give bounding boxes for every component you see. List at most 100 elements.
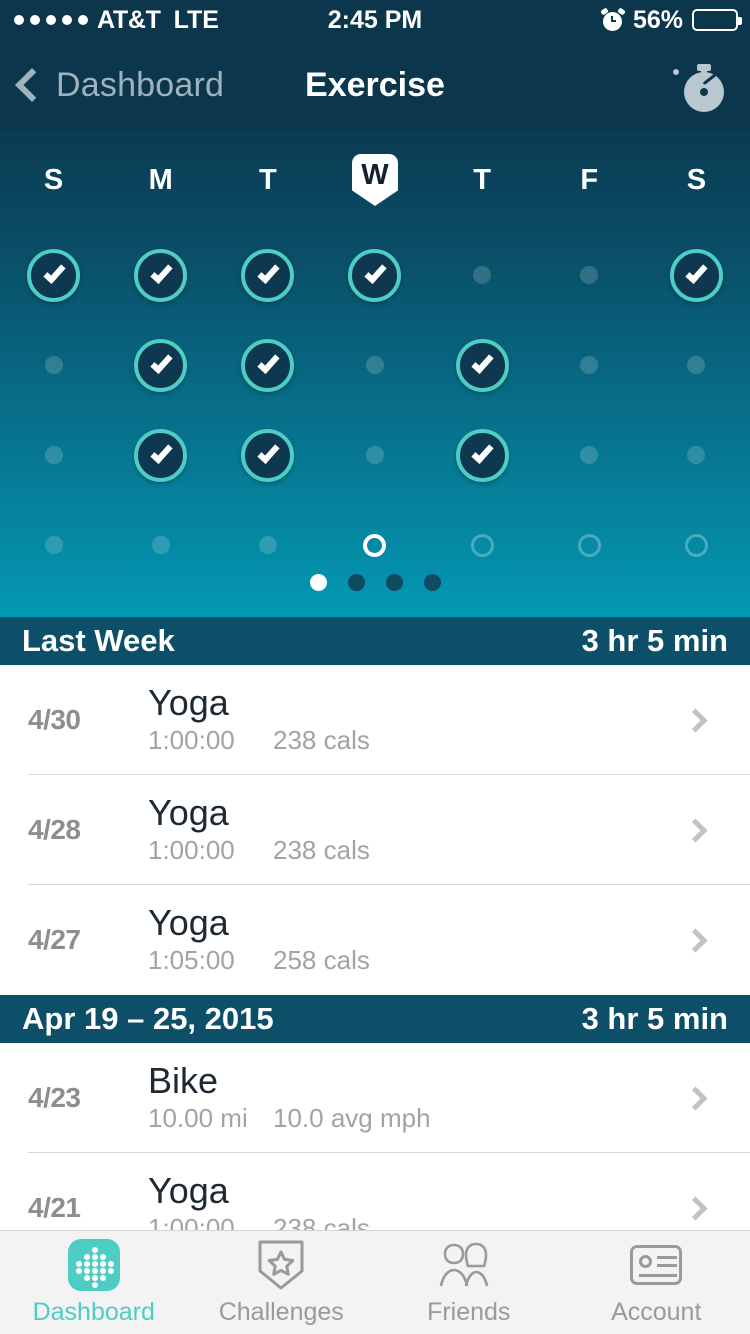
friends-icon	[438, 1239, 500, 1291]
activity-empty-cell[interactable]	[0, 356, 107, 374]
activity-empty-cell[interactable]	[321, 446, 428, 464]
tab-account[interactable]: Account	[563, 1231, 750, 1334]
ring-icon	[684, 533, 708, 557]
activity-ring-cell[interactable]	[536, 533, 643, 557]
exercise-metric-primary: 1:00:00	[148, 1213, 235, 1230]
activity-empty-cell[interactable]	[214, 536, 321, 554]
tick-glyph	[42, 261, 66, 284]
activity-empty-cell[interactable]	[321, 356, 428, 374]
activity-grid	[0, 230, 750, 590]
battery-percent-label: 56%	[632, 5, 683, 34]
checkmark-icon	[134, 338, 188, 392]
exercise-name: Yoga	[148, 901, 229, 943]
activity-empty-cell[interactable]	[643, 446, 750, 464]
activity-check-cell[interactable]	[107, 338, 214, 392]
activity-check-cell[interactable]	[107, 428, 214, 482]
checkmark-icon	[134, 248, 188, 302]
exercise-info: Yoga 1:00:00 238 cals	[120, 1171, 687, 1230]
checkmark-icon	[241, 338, 295, 392]
exercise-row[interactable]: 4/27 Yoga 1:05:00 258 cals	[0, 885, 750, 995]
exercise-metric-primary: 1:00:00	[148, 725, 235, 756]
exercise-row[interactable]: 4/30 Yoga 1:00:00 238 cals	[0, 665, 750, 775]
activity-empty-cell[interactable]	[0, 446, 107, 464]
empty-dot-icon	[687, 356, 706, 374]
exercise-metric-secondary: 238 cals	[273, 835, 370, 866]
day-of-week-header: SMTWTFS	[0, 152, 750, 208]
exercise-metric-primary: 10.00 mi	[148, 1103, 248, 1134]
activity-empty-cell[interactable]	[643, 356, 750, 374]
activity-check-cell[interactable]	[214, 248, 321, 302]
exercise-row[interactable]: 4/23 Bike 10.00 mi 10.0 avg mph	[0, 1043, 750, 1153]
weekly-activity-hero: SMTWTFS	[0, 130, 750, 617]
page-dot[interactable]	[385, 574, 403, 591]
tab-challenges[interactable]: Challenges	[188, 1231, 376, 1334]
exercise-name: Bike	[148, 1059, 219, 1101]
activity-check-cell[interactable]	[214, 428, 321, 482]
empty-dot-icon	[44, 446, 63, 464]
activity-check-cell[interactable]	[0, 248, 107, 302]
exercise-date: 4/28	[28, 814, 81, 845]
exercise-metrics: 1:00:00 238 cals	[148, 1213, 687, 1230]
today-badge: W	[351, 154, 398, 206]
activity-empty-cell[interactable]	[107, 536, 214, 554]
activity-check-cell[interactable]	[214, 338, 321, 392]
chevron-right-icon	[683, 927, 708, 953]
stopwatch-button[interactable]	[673, 62, 728, 112]
section-header: Apr 19 – 25, 2015 3 hr 5 min	[0, 995, 750, 1043]
ring-icon	[577, 533, 601, 557]
tick-glyph	[150, 351, 173, 374]
activity-empty-cell[interactable]	[536, 446, 643, 464]
activity-ring-cell[interactable]	[643, 533, 750, 557]
exercise-metric-primary: 1:05:00	[148, 945, 235, 976]
exercise-date: 4/21	[28, 1192, 81, 1223]
activity-check-cell[interactable]	[429, 428, 536, 482]
tab-dashboard[interactable]: Dashboard	[0, 1231, 188, 1334]
section-title: Last Week	[22, 623, 175, 658]
exercise-row[interactable]: 4/28 Yoga 1:00:00 238 cals	[0, 775, 750, 885]
tick-glyph	[150, 261, 173, 284]
ring-active-icon	[363, 533, 387, 557]
activity-check-cell[interactable]	[429, 338, 536, 392]
exercise-metric-secondary: 10.0 avg mph	[273, 1103, 431, 1134]
tab-friends[interactable]: Friends	[375, 1231, 563, 1334]
status-bar-right: 56%	[600, 5, 742, 35]
exercise-metrics: 10.00 mi 10.0 avg mph	[148, 1103, 687, 1134]
activity-check-cell[interactable]	[107, 248, 214, 302]
page-dot[interactable]	[347, 574, 365, 591]
exercise-row[interactable]: 4/21 Yoga 1:00:00 238 cals	[0, 1153, 750, 1230]
activity-empty-cell[interactable]	[536, 356, 643, 374]
exercise-log-list[interactable]: Last Week 3 hr 5 min 4/30 Yoga 1:00:00 238 ca…	[0, 617, 750, 1230]
tab-label: Account	[611, 1297, 702, 1326]
activity-empty-cell[interactable]	[429, 266, 536, 284]
day-label: T	[258, 163, 277, 196]
exercise-info: Yoga 1:00:00 238 cals	[120, 681, 687, 757]
tick-glyph	[150, 441, 173, 464]
checkmark-icon	[134, 428, 188, 482]
page-dot[interactable]	[309, 574, 327, 591]
page-dot[interactable]	[423, 574, 441, 591]
empty-dot-icon	[258, 536, 277, 554]
navigation-bar: Dashboard Exercise	[0, 40, 750, 130]
activity-check-cell[interactable]	[643, 248, 750, 302]
tab-label: Friends	[427, 1297, 511, 1326]
exercise-name: Yoga	[148, 681, 229, 723]
page-indicator[interactable]	[0, 574, 750, 591]
checkmark-icon	[348, 248, 402, 302]
id-card-icon	[630, 1239, 683, 1291]
exercise-info: Yoga 1:00:00 238 cals	[120, 793, 687, 867]
activity-empty-cell[interactable]	[536, 266, 643, 284]
exercise-info: Yoga 1:05:00 258 cals	[120, 901, 687, 977]
day-label: S	[43, 163, 64, 196]
page-title: Exercise	[305, 65, 445, 104]
activity-ring-active-cell[interactable]	[321, 533, 428, 557]
checkmark-icon	[241, 248, 295, 302]
activity-empty-cell[interactable]	[0, 536, 107, 554]
section-header: Last Week 3 hr 5 min	[0, 617, 750, 665]
chevron-right-icon	[683, 817, 708, 843]
activity-check-cell[interactable]	[321, 248, 428, 302]
exercise-metrics: 1:00:00 238 cals	[148, 835, 687, 866]
activity-ring-cell[interactable]	[429, 533, 536, 557]
exercise-metrics: 1:00:00 238 cals	[148, 725, 687, 756]
day-column-4: T	[429, 152, 536, 208]
star-shield-icon	[257, 1239, 305, 1291]
